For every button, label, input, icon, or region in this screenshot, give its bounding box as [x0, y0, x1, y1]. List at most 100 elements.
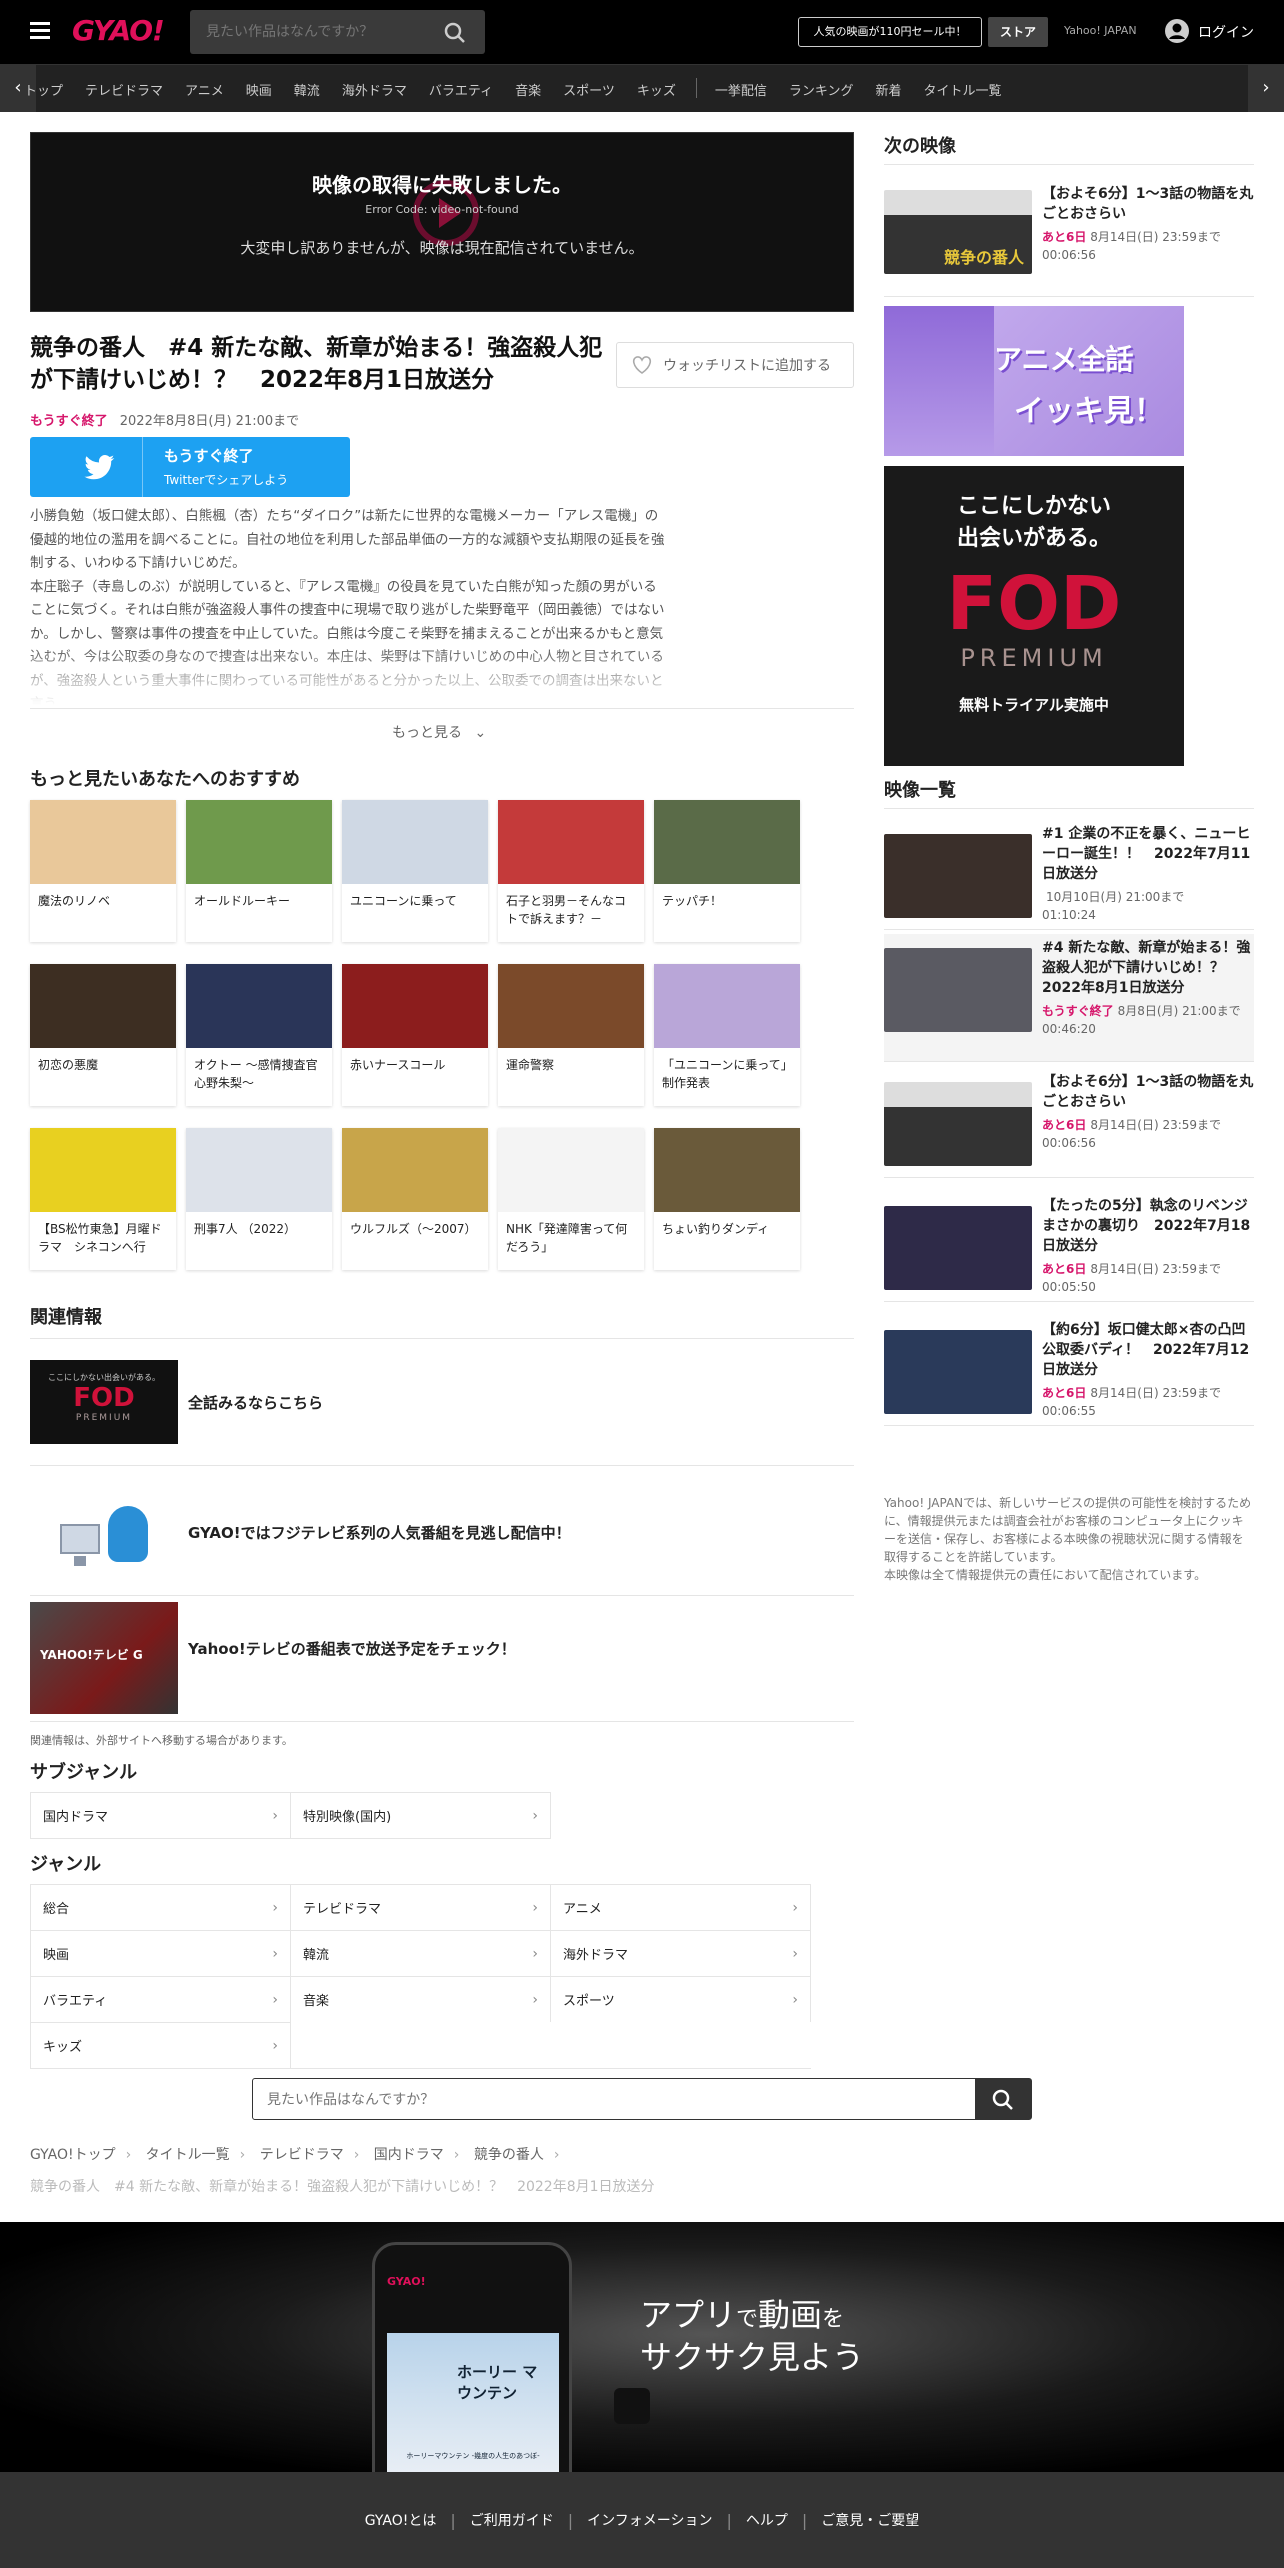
sale-banner[interactable]: 人気の映画が110円セール中！: [798, 17, 982, 47]
nav-next-button[interactable]: ›: [1248, 65, 1284, 112]
next-video[interactable]: 競争の番人 【およそ6分】1～3話の物語を丸ごとおさらい あと6日 8月14日(…: [884, 184, 1254, 274]
genre-label: キッズ: [43, 2040, 83, 2055]
user-icon[interactable]: [1164, 18, 1190, 44]
nav-item-ranking[interactable]: ランキング: [789, 80, 854, 99]
nav-item-titles[interactable]: タイトル一覧: [924, 80, 1002, 99]
breadcrumb-item[interactable]: 競争の番人: [474, 2147, 544, 2163]
recommend-card[interactable]: ちょい釣りダンディ: [654, 1128, 800, 1270]
video-list-item[interactable]: 【たったの5分】執念のリベンジまさかの裏切り 2022年7月18日放送分 あと6日…: [884, 1192, 1254, 1302]
twitter-share-button[interactable]: もうすぐ終了 Twitterでシェアしよう: [30, 437, 350, 497]
twitter-icon: [84, 455, 115, 480]
genre-heading: ジャンル: [30, 1854, 102, 1875]
bottom-search-button[interactable]: [975, 2079, 1031, 2119]
nav-item-kids[interactable]: キッズ: [637, 80, 676, 99]
genre-item[interactable]: バラエティ ›: [31, 1976, 291, 2022]
footer-link[interactable]: ご利用ガイド: [470, 2510, 554, 2530]
recommend-card[interactable]: 初恋の悪魔: [30, 964, 176, 1106]
menu-icon[interactable]: [30, 22, 50, 40]
genre-item[interactable]: 音楽 ›: [291, 1976, 551, 2022]
recommend-card[interactable]: 石子と羽男－そんなコトで訴えます？－: [498, 800, 644, 942]
nav-item-top[interactable]: トップ: [24, 80, 63, 99]
recommend-card[interactable]: 赤いナースコール: [342, 964, 488, 1106]
genre-item[interactable]: 映画 ›: [31, 1930, 291, 1976]
share-title: もうすぐ終了: [164, 447, 254, 465]
recommend-card[interactable]: NHK「発達障害って何だろう」: [498, 1128, 644, 1270]
footer-link[interactable]: GYAO!とは: [365, 2510, 437, 2530]
nav-item-drama[interactable]: テレビドラマ: [85, 80, 163, 99]
nav-item-music[interactable]: 音楽: [515, 80, 541, 99]
bottom-search-input[interactable]: [267, 2089, 947, 2111]
genre-item[interactable]: キッズ ›: [31, 2022, 291, 2068]
genre-item[interactable]: アニメ ›: [551, 1884, 811, 1930]
nav-item-variety[interactable]: バラエティ: [429, 80, 493, 99]
video-list-item[interactable]: #4 新たな敵、新章が始まる！強盗殺人犯が下請けいじめ！？ 2022年8月1日放…: [884, 934, 1254, 1062]
recommend-title: 赤いナースコール: [350, 1058, 446, 1072]
nav-item-sports[interactable]: スポーツ: [563, 80, 615, 99]
gyao-logo[interactable]: GYAO!: [72, 14, 165, 47]
breadcrumb-item[interactable]: テレビドラマ: [260, 2147, 344, 2163]
recommend-card[interactable]: テッパチ！: [654, 800, 800, 942]
video-list-meta: あと6日 8月14日(日) 23:59まで: [1042, 1116, 1254, 1134]
app-promo[interactable]: GYAO! ホーリー マウンテン ホーリーマウンテン -幾度の人生のあつぼ- ア…: [0, 2222, 1284, 2482]
footer-link[interactable]: インフォメーション: [587, 2510, 712, 2530]
more-button[interactable]: もっと見る ⌄: [392, 722, 486, 742]
subgenre-item[interactable]: 特別映像(国内) ›: [291, 1792, 551, 1838]
recommend-thumbnail: [30, 1128, 176, 1212]
recommend-card[interactable]: オールドルーキー: [186, 800, 332, 942]
video-list-item[interactable]: #1 企業の不正を暴く、ニューヒーロー誕生！！ 2022年7月11日放送分 10月…: [884, 820, 1254, 930]
related-item[interactable]: ここにしかない出会いがある。 FOD PREMIUM 全話みるならこちら: [30, 1360, 854, 1466]
app-promo-line2: サクサク見よう: [640, 2338, 865, 2376]
genre-label: 韓流: [303, 1948, 330, 1963]
related-title: Yahoo!テレビの番組表で放送予定をチェック！: [188, 1640, 516, 1658]
footer-link[interactable]: ヘルプ: [746, 2510, 788, 2530]
login-link[interactable]: ログイン: [1198, 22, 1254, 42]
video-player[interactable]: 映像の取得に失敗しました。 Error Code: video-not-foun…: [30, 132, 854, 312]
genre-item[interactable]: スポーツ ›: [551, 1976, 811, 2022]
recommend-card[interactable]: 魔法のリノベ: [30, 800, 176, 942]
anime-ad-banner[interactable]: アニメ全話 イッキ見！: [884, 306, 1184, 456]
nav-item-binge[interactable]: 一挙配信: [715, 80, 767, 99]
nav-item-movie[interactable]: 映画: [246, 80, 272, 99]
search-box[interactable]: [190, 10, 485, 54]
genre-item[interactable]: 韓流 ›: [291, 1930, 551, 1976]
next-meta: あと6日 8月14日(日) 23:59まで: [1042, 228, 1254, 246]
subgenre-item[interactable]: 国内ドラマ ›: [31, 1792, 291, 1838]
video-list-item[interactable]: 【約6分】坂口健太郎×杏の凸凹公取委バディ！ 2022年7月12日放送分 あと6日…: [884, 1316, 1254, 1426]
recommend-card[interactable]: 刑事7人 （2022）: [186, 1128, 332, 1270]
related-item[interactable]: YAHOO!テレビ G Yahoo!テレビの番組表で放送予定をチェック！: [30, 1602, 854, 1722]
recommend-card[interactable]: 「ユニコーンに乗って」制作発表: [654, 964, 800, 1106]
chevron-right-icon: ›: [792, 1991, 798, 2008]
chevron-right-icon: ›: [532, 1991, 538, 2008]
recommend-card[interactable]: 【BS松竹東急】月曜ドラマ シネコンへ行: [30, 1128, 176, 1270]
breadcrumb-item[interactable]: 国内ドラマ: [374, 2147, 444, 2163]
nav-item-overseas[interactable]: 海外ドラマ: [342, 80, 407, 99]
watchlist-button[interactable]: ウォッチリストに追加する: [616, 342, 854, 388]
search-input[interactable]: [206, 22, 426, 42]
yahoo-japan-link[interactable]: Yahoo! JAPAN: [1064, 24, 1137, 37]
genre-item[interactable]: 総合 ›: [31, 1884, 291, 1930]
recommend-title: ウルフルズ（～2007）: [350, 1222, 477, 1236]
genre-item[interactable]: 海外ドラマ ›: [551, 1930, 811, 1976]
genre-label: 総合: [43, 1902, 70, 1917]
recommend-card[interactable]: 運命警察: [498, 964, 644, 1106]
related-item[interactable]: GYAO!ではフジテレビ系列の人気番組を見逃し配信中！: [30, 1490, 854, 1596]
nav-item-new[interactable]: 新着: [875, 80, 901, 99]
footer-link[interactable]: ご意見・ご要望: [821, 2510, 919, 2530]
nav-item-anime[interactable]: アニメ: [185, 80, 224, 99]
recommend-card[interactable]: ユニコーンに乗って: [342, 800, 488, 942]
breadcrumb-item[interactable]: GYAO!トップ: [30, 2147, 116, 2163]
recommend-card[interactable]: オクトー ～感情捜査官 心野朱梨～: [186, 964, 332, 1106]
recommend-title: ちょい釣りダンディ: [662, 1222, 770, 1236]
nav-item-korean[interactable]: 韓流: [294, 80, 320, 99]
genre-grid: 総合 › テレビドラマ › アニメ › 映画 › 韓流 › 海外ドラマ › バラエティ › 音楽 › スポーツ ›…: [30, 1884, 811, 2069]
recommend-card[interactable]: ウルフルズ（～2007）: [342, 1128, 488, 1270]
yahoo-tv-thumbnail: YAHOO!テレビ G: [30, 1602, 178, 1714]
chevron-right-icon: ›: [532, 1807, 538, 1824]
fod-ad-banner[interactable]: ここにしかない 出会いがある。 FOD PREMIUM 無料トライアル実施中: [884, 466, 1184, 766]
video-list-item[interactable]: 【およそ6分】1～3話の物語を丸ごとおさらい あと6日 8月14日(日) 23:59…: [884, 1068, 1254, 1178]
store-button[interactable]: ストア: [988, 17, 1048, 47]
breadcrumb-separator: ›: [453, 2147, 460, 2163]
breadcrumb-item[interactable]: タイトル一覧: [146, 2147, 230, 2163]
genre-item[interactable]: テレビドラマ ›: [291, 1884, 551, 1930]
search-icon[interactable]: [444, 22, 466, 44]
